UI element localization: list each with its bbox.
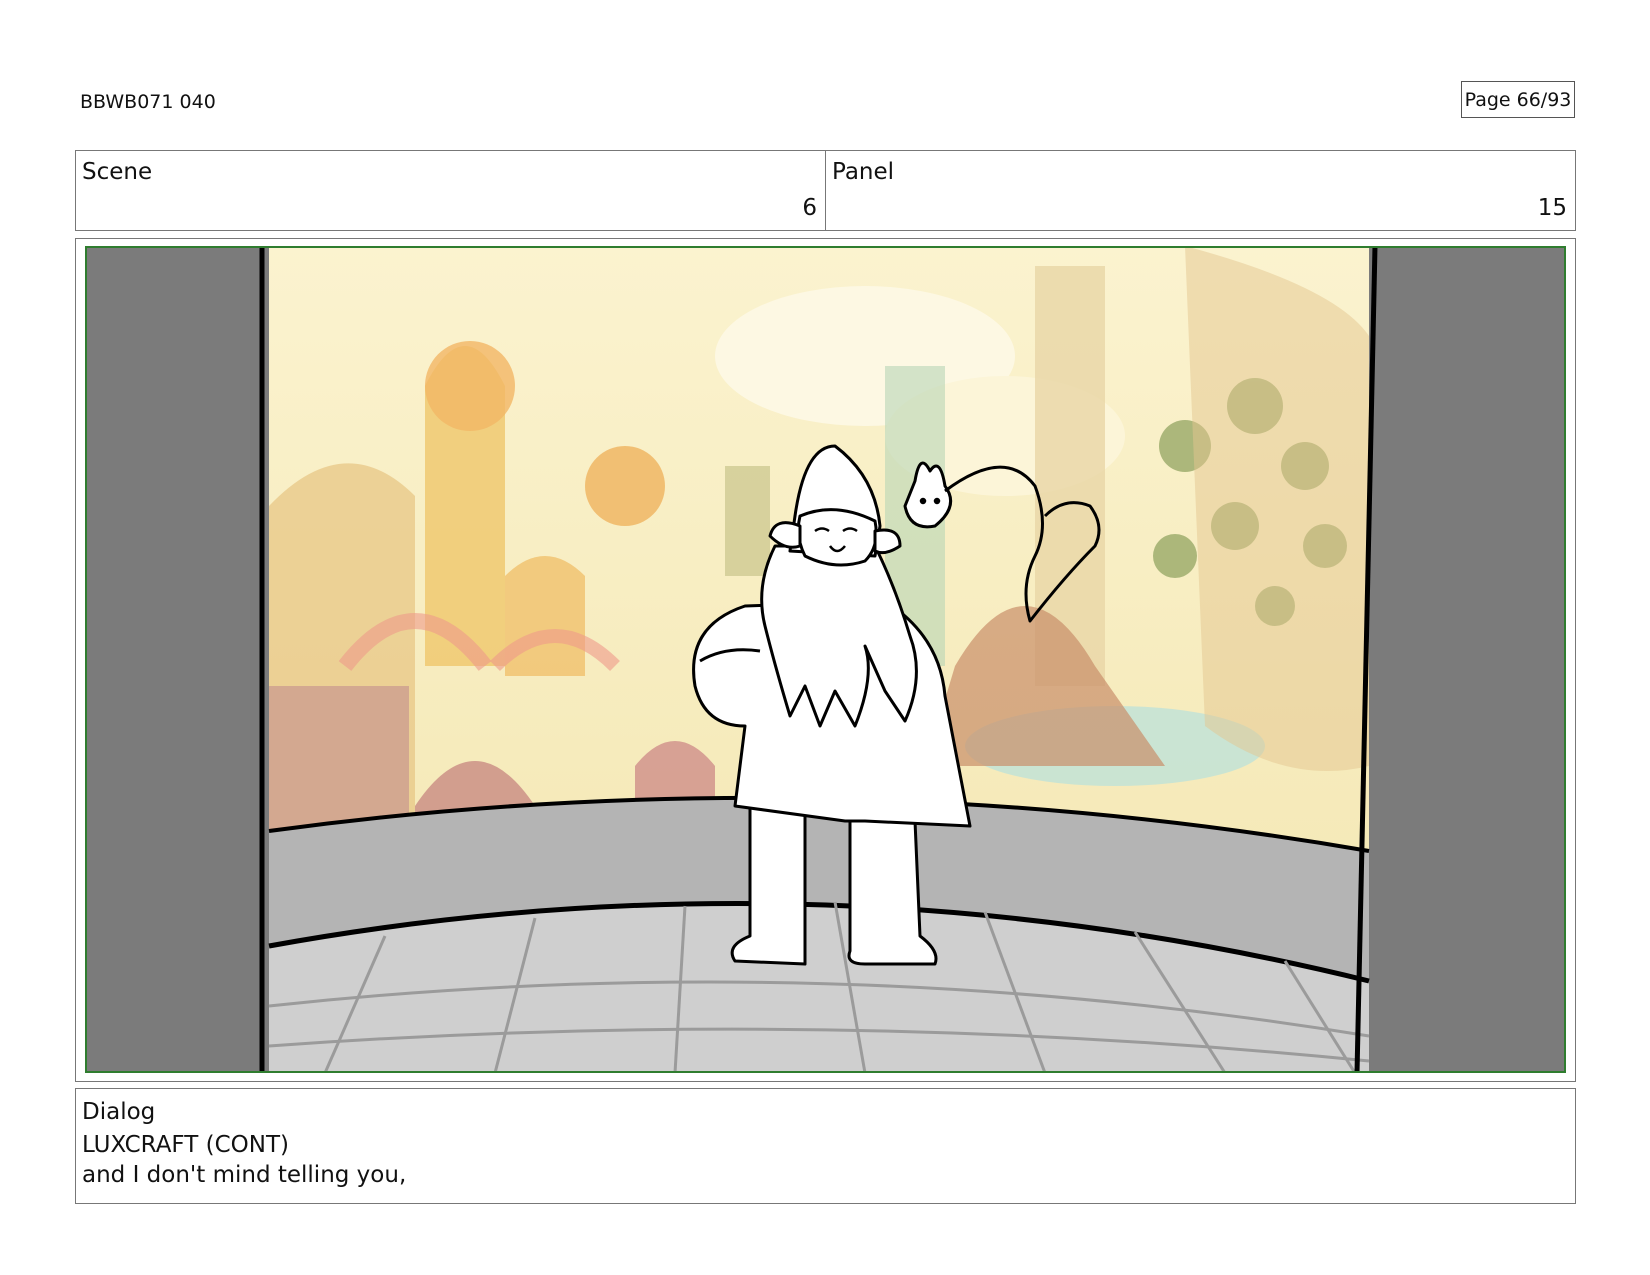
scene-cell: Scene 6 xyxy=(76,151,825,230)
panel-frame xyxy=(75,238,1576,1082)
production-id: BBWB071 040 xyxy=(80,91,216,113)
dialog-line: and I don't mind telling you, xyxy=(82,1162,407,1188)
panel-value: 15 xyxy=(1537,195,1567,221)
scene-panel-info-row: Scene 6 Panel 15 xyxy=(75,150,1576,231)
page-number: Page 66/93 xyxy=(1461,81,1575,118)
dialog-box: Dialog LUXCRAFT (CONT) and I don't mind … xyxy=(75,1088,1576,1204)
dialog-label: Dialog xyxy=(82,1099,156,1125)
scene-label: Scene xyxy=(82,159,153,185)
storyboard-drawing-icon xyxy=(85,246,1566,1073)
dialog-character: LUXCRAFT (CONT) xyxy=(82,1132,289,1158)
panel-label: Panel xyxy=(832,159,895,185)
scene-value: 6 xyxy=(802,195,817,221)
panel-cell: Panel 15 xyxy=(825,151,1575,230)
